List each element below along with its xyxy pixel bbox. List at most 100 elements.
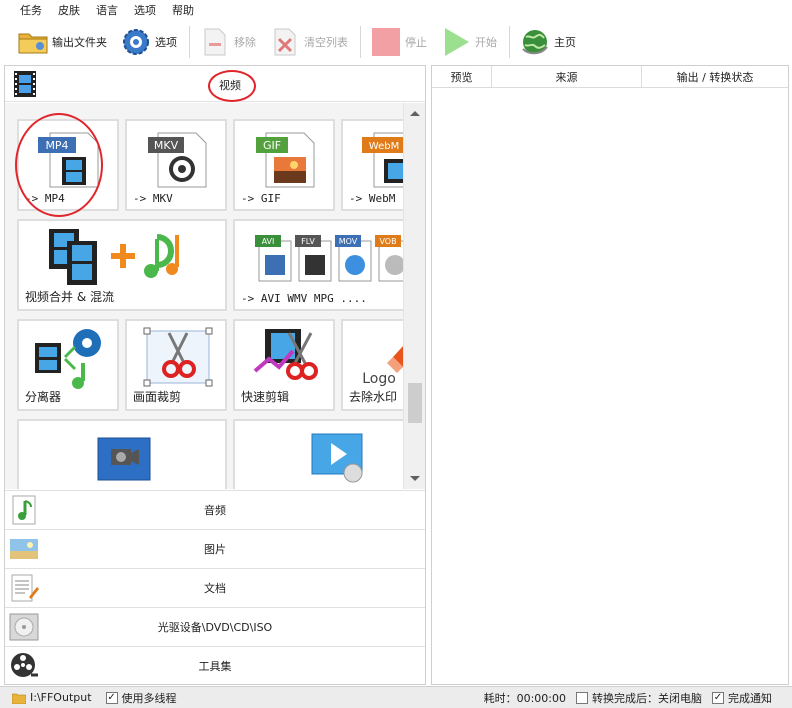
crop-label: 画面裁剪: [133, 390, 182, 404]
column-source[interactable]: 来源: [492, 66, 642, 87]
scroll-thumb[interactable]: [408, 383, 422, 423]
output-folder-button[interactable]: 输出文件夹: [14, 24, 111, 60]
scissors-crop-icon: [143, 327, 213, 387]
document-icon: [9, 573, 39, 603]
task-list-header: 预览 来源 输出 / 转换状态: [432, 66, 788, 88]
elapsed-time: 耗时：00:00:00: [483, 691, 566, 705]
category-audio[interactable]: 音频: [5, 490, 425, 528]
output-folder-icon[interactable]: [12, 692, 26, 704]
folder-icon: [18, 27, 48, 57]
remove-watermark-label: 去除水印: [349, 390, 398, 404]
category-picture-label: 图片: [204, 542, 226, 556]
stop-button[interactable]: 停止: [367, 24, 431, 60]
remove-button[interactable]: 移除: [196, 24, 260, 60]
toolbar-separator: [189, 26, 190, 58]
toolbar-separator: [360, 26, 361, 58]
to-mkv-tile[interactable]: MKV -> MKV: [125, 119, 227, 211]
menu-help[interactable]: 帮助: [164, 2, 202, 18]
video-play-icon: [311, 433, 363, 483]
home-button[interactable]: 主页: [516, 24, 580, 60]
output-path[interactable]: I:\FFOutput: [30, 691, 92, 704]
merge-film-music-icon: [49, 229, 179, 285]
options-label: 选项: [155, 36, 177, 49]
play-icon: [441, 27, 471, 57]
notify-checkbox[interactable]: ✓: [712, 691, 724, 704]
start-button[interactable]: 开始: [437, 24, 501, 60]
svg-text:Logo: Logo: [362, 371, 396, 387]
picture-icon: [9, 534, 39, 564]
menu-skin[interactable]: 皮肤: [50, 2, 88, 18]
screen-recorder-icon: [97, 437, 151, 481]
splitter-label: 分离器: [25, 390, 62, 404]
menu-task[interactable]: 任务: [12, 2, 50, 18]
multi-format-icons: AVI FLV MOV VOB: [255, 235, 412, 282]
svg-text:MKV: MKV: [154, 139, 179, 152]
start-label: 开始: [475, 36, 497, 49]
document-remove-icon: [200, 27, 230, 57]
to-webm-label: -> WebM: [349, 192, 396, 205]
home-label: 主页: [554, 36, 576, 49]
disc-drive-icon: [9, 612, 39, 642]
scroll-down-arrow-icon[interactable]: [410, 476, 420, 481]
category-document-label: 文档: [204, 581, 226, 595]
annotation-circle: [208, 70, 256, 102]
to-gif-tile[interactable]: GIF -> GIF: [233, 119, 335, 211]
svg-text:FLV: FLV: [301, 237, 315, 246]
remove-label: 移除: [234, 36, 256, 49]
category-picture[interactable]: 图片: [5, 529, 425, 567]
toolbar: 输出文件夹 选项 移除 清空列表 停止 开始 主页: [0, 20, 792, 64]
category-tools[interactable]: 工具集: [5, 646, 425, 684]
svg-text:AVI: AVI: [262, 237, 275, 246]
clear-list-label: 清空列表: [304, 36, 348, 49]
task-list-panel: 预览 来源 输出 / 转换状态: [431, 65, 789, 685]
to-mkv-label: -> MKV: [133, 192, 173, 205]
menu-language[interactable]: 语言: [88, 2, 126, 18]
options-button[interactable]: 选项: [117, 24, 181, 60]
category-audio-label: 音频: [204, 503, 226, 517]
to-gif-label: -> GIF: [241, 192, 281, 205]
output-folder-label: 输出文件夹: [52, 36, 107, 49]
category-tools-label: 工具集: [198, 659, 232, 673]
annotation-circle-mp4: [15, 113, 103, 217]
column-preview[interactable]: 预览: [432, 66, 492, 87]
video-category-header[interactable]: 视频: [5, 66, 425, 102]
splitter-icon: [35, 329, 101, 389]
video-grid-scrollbar[interactable]: [403, 103, 425, 489]
svg-text:GIF: GIF: [263, 139, 281, 152]
music-note-icon: [9, 495, 39, 525]
quick-cut-label: 快速剪辑: [241, 390, 290, 404]
video-player-tile[interactable]: [233, 419, 425, 489]
notify-label: 完成通知: [728, 691, 772, 705]
gif-file-icon: GIF: [256, 132, 315, 188]
splitter-tile[interactable]: 分离器: [17, 319, 119, 411]
menu-options[interactable]: 选项: [126, 2, 164, 18]
quick-cut-tile[interactable]: 快速剪辑: [233, 319, 335, 411]
column-output-status[interactable]: 输出 / 转换状态: [642, 66, 788, 87]
stop-icon: [371, 27, 401, 57]
category-optical-disc[interactable]: 光驱设备\DVD\CD\ISO: [5, 607, 425, 645]
film-reel-icon: [9, 651, 39, 681]
menu-bar: 任务 皮肤 语言 选项 帮助: [0, 0, 792, 20]
svg-text:WebM: WebM: [369, 141, 399, 152]
to-multi-format-tile[interactable]: AVI FLV MOV VOB -> AVI WMV MPG ....: [233, 219, 425, 311]
mkv-file-icon: MKV: [148, 132, 207, 188]
crop-tile[interactable]: 画面裁剪: [125, 319, 227, 411]
multithread-label: 使用多线程: [121, 691, 177, 705]
multithread-checkbox[interactable]: ✓: [105, 691, 118, 704]
toolbar-separator: [509, 26, 510, 58]
after-convert-label: 转换完成后：关闭电脑: [592, 691, 702, 705]
video-recorder-tile[interactable]: [17, 419, 227, 489]
clear-list-button[interactable]: 清空列表: [266, 24, 352, 60]
after-convert-checkbox[interactable]: [576, 691, 588, 704]
category-optical-disc-label: 光驱设备\DVD\CD\ISO: [157, 620, 273, 634]
svg-text:MOV: MOV: [339, 237, 358, 246]
svg-text:VOB: VOB: [379, 237, 396, 246]
category-document[interactable]: 文档: [5, 568, 425, 606]
globe-icon: [520, 27, 550, 57]
status-bar: I:\FFOutput ✓ 使用多线程 耗时：00:00:00 转换完成后：关闭…: [0, 686, 792, 708]
quick-cut-icon: [253, 329, 318, 380]
video-merge-tile[interactable]: 视频合并 & 混流: [17, 219, 227, 311]
gear-icon: [121, 27, 151, 57]
scroll-up-arrow-icon[interactable]: [410, 111, 420, 116]
video-merge-label: 视频合并 & 混流: [25, 290, 114, 304]
